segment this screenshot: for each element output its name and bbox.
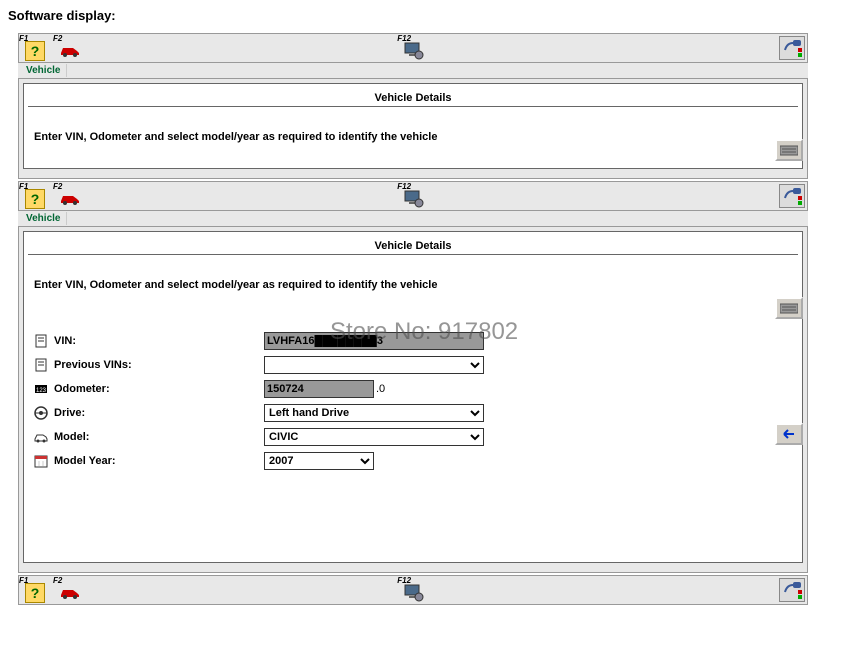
f12-monitor-button[interactable]: F12 — [397, 182, 429, 210]
f2-vehicle-button[interactable]: F2 — [53, 34, 85, 62]
f1-help-button[interactable]: F1 ? — [19, 34, 51, 62]
car-icon — [59, 193, 81, 205]
help-icon: ? — [25, 41, 45, 61]
f1-help-button[interactable]: F1 ? — [19, 182, 51, 210]
f2-label: F2 — [53, 182, 62, 191]
car-icon — [59, 587, 81, 599]
model-year-label: Model Year: — [54, 455, 264, 467]
document-icon — [32, 357, 50, 373]
f2-vehicle-button[interactable]: F2 — [53, 182, 85, 210]
f1-label: F1 — [19, 576, 28, 585]
content-pane: Vehicle Details Enter VIN, Odometer and … — [18, 227, 808, 573]
f12-monitor-button[interactable]: F12 — [397, 576, 429, 604]
toolbar: F1 ? F2 F12 — [18, 575, 808, 605]
model-select[interactable]: CIVIC — [264, 428, 484, 446]
row-odometer: 123 Odometer: .0 — [32, 379, 798, 399]
f12-label: F12 — [397, 34, 411, 43]
section-title: Vehicle Details — [28, 92, 798, 107]
connection-button[interactable] — [779, 36, 805, 60]
model-label: Model: — [54, 431, 264, 443]
document-icon — [32, 333, 50, 349]
f2-label: F2 — [53, 34, 62, 43]
section-title: Vehicle Details — [28, 240, 798, 255]
tab-vehicle[interactable]: Vehicle — [20, 64, 67, 77]
row-previous-vins: Previous VINs: — [32, 355, 798, 375]
model-year-select[interactable]: 2007 — [264, 452, 374, 470]
instruction-text: Enter VIN, Odometer and select model/yea… — [34, 131, 798, 143]
content-pane: Vehicle Details Enter VIN, Odometer and … — [18, 79, 808, 179]
vin-label: VIN: — [54, 335, 264, 347]
car-small-icon — [32, 429, 50, 445]
help-icon: ? — [25, 583, 45, 603]
instruction-text: Enter VIN, Odometer and select model/yea… — [34, 279, 798, 291]
previous-vins-select[interactable] — [264, 356, 484, 374]
row-model-year: Model Year: 2007 — [32, 451, 798, 471]
app-window-1: F1 ? F2 F12 Vehicle Vehicle D — [18, 33, 808, 179]
toolbar: F1 ? F2 F12 — [18, 33, 808, 63]
back-button[interactable] — [775, 423, 803, 445]
drive-select[interactable]: Left hand Drive — [264, 404, 484, 422]
tab-vehicle[interactable]: Vehicle — [20, 212, 67, 225]
odometer-icon: 123 — [32, 381, 50, 397]
previous-vins-label: Previous VINs: — [54, 359, 264, 371]
odometer-suffix: .0 — [376, 383, 385, 395]
keyboard-button[interactable] — [775, 139, 803, 161]
f1-label: F1 — [19, 34, 28, 43]
app-window-2: F1 ? F2 F12 Vehicle Vehicle D — [18, 181, 808, 573]
toolbar: F1 ? F2 F12 — [18, 181, 808, 211]
f12-monitor-button[interactable]: F12 — [397, 34, 429, 62]
f2-label: F2 — [53, 576, 62, 585]
help-icon: ? — [25, 189, 45, 209]
svg-text:123: 123 — [36, 388, 47, 394]
monitor-icon — [403, 583, 425, 603]
tab-bar: Vehicle — [18, 63, 808, 79]
monitor-icon — [403, 189, 425, 209]
steering-icon — [32, 405, 50, 421]
vin-input[interactable] — [264, 332, 484, 350]
tab-bar: Vehicle — [18, 211, 808, 227]
connection-button[interactable] — [779, 184, 805, 208]
car-icon — [59, 45, 81, 57]
calendar-icon — [32, 453, 50, 469]
vehicle-form: VIN: Previous VINs: 123 Odometer: — [32, 331, 798, 471]
f1-help-button[interactable]: F1 ? — [19, 576, 51, 604]
row-vin: VIN: — [32, 331, 798, 351]
f12-label: F12 — [397, 182, 411, 191]
f1-label: F1 — [19, 182, 28, 191]
connection-button[interactable] — [779, 578, 805, 602]
page-heading: Software display: — [8, 8, 852, 23]
keyboard-button[interactable] — [775, 297, 803, 319]
row-drive: Drive: Left hand Drive — [32, 403, 798, 423]
row-model: Model: CIVIC — [32, 427, 798, 447]
f2-vehicle-button[interactable]: F2 — [53, 576, 85, 604]
app-window-3: F1 ? F2 F12 — [18, 575, 808, 605]
odometer-label: Odometer: — [54, 383, 264, 395]
f12-label: F12 — [397, 576, 411, 585]
drive-label: Drive: — [54, 407, 264, 419]
monitor-icon — [403, 41, 425, 61]
odometer-input[interactable] — [264, 380, 374, 398]
